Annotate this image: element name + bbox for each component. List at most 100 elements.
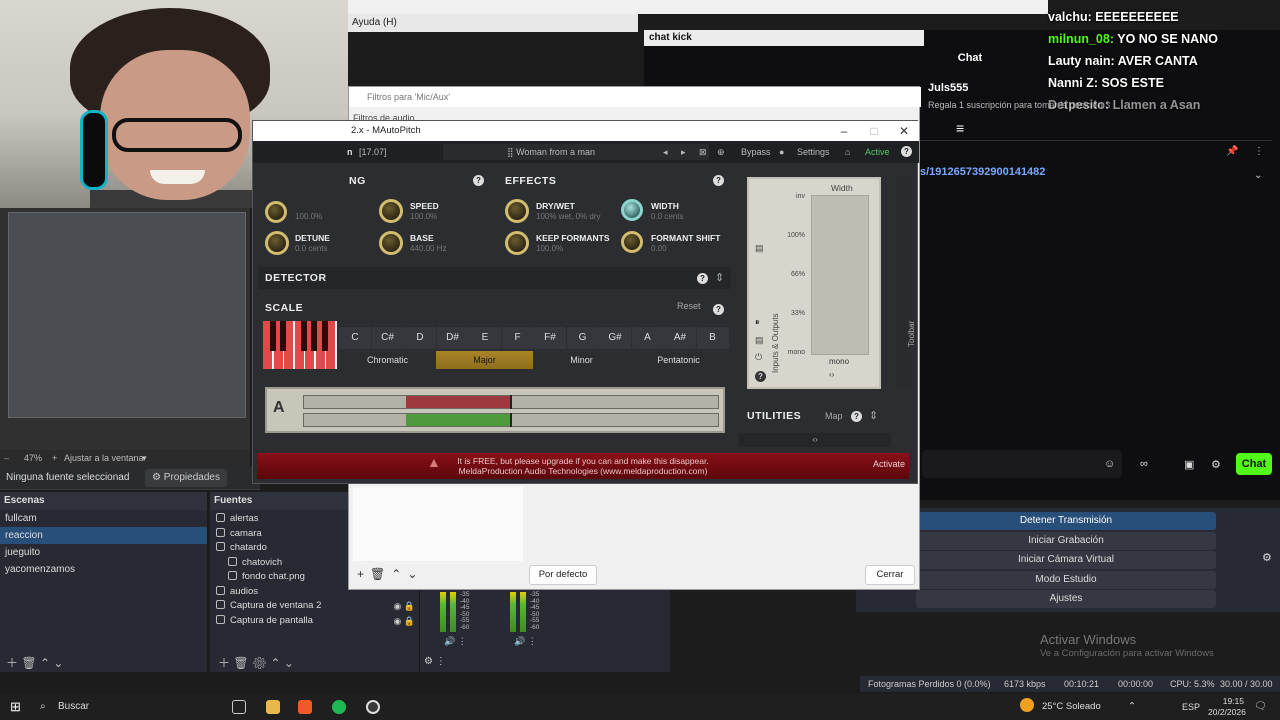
note-button[interactable]: G# — [599, 327, 631, 349]
scene-item[interactable]: jueguito — [0, 544, 207, 561]
note-button[interactable]: F — [501, 327, 534, 349]
note-button[interactable]: D# — [436, 327, 469, 349]
home-icon[interactable]: ⌂ — [845, 141, 850, 163]
volume-icon[interactable]: 🔊 ⋮ — [514, 636, 537, 647]
power-icon[interactable]: ⏻ — [755, 352, 762, 363]
control-button[interactable]: Detener Transmisión — [916, 512, 1216, 530]
active-button[interactable]: Active — [865, 141, 890, 163]
more-icon[interactable]: ⋮ — [1254, 146, 1264, 157]
add-icon[interactable]: + — [357, 567, 370, 581]
menu-help[interactable]: Ayuda (H) — [348, 14, 638, 32]
menu-icon[interactable]: ≡ — [956, 120, 964, 136]
source-item[interactable]: Captura de pantalla ◉ 🔒 — [210, 614, 419, 629]
help-icon[interactable]: ? — [697, 273, 708, 284]
kicks-icon[interactable]: ∞ — [1140, 458, 1148, 470]
chevron-down-icon[interactable]: ⌄ — [1254, 170, 1262, 181]
control-button[interactable]: Ajustes — [916, 590, 1216, 608]
scale-mode-button[interactable]: Chromatic — [339, 351, 436, 369]
notifications-icon[interactable]: 🗨 — [1254, 694, 1267, 720]
prev-preset-icon[interactable]: ◂ — [663, 141, 668, 163]
gift-icon[interactable]: ▣ — [1184, 458, 1194, 471]
knob-top[interactable] — [265, 201, 287, 223]
scene-item[interactable]: fullcam — [0, 510, 207, 527]
width-knob[interactable] — [621, 199, 643, 221]
next-preset-icon[interactable]: ▸ — [681, 141, 686, 163]
gear-icon[interactable]: ⚙ — [1262, 551, 1272, 564]
minimize-icon[interactable]: – — [829, 121, 859, 141]
emoji-icon[interactable]: ☺ — [1104, 458, 1115, 470]
trash-icon[interactable]: 🗑 — [21, 656, 36, 670]
tray-chevron-icon[interactable]: ⌃ — [1128, 694, 1136, 720]
io-icon[interactable]: ▤ — [755, 335, 764, 346]
bypass-button[interactable]: Bypass — [741, 141, 771, 163]
trash-icon[interactable]: 🗑 — [233, 656, 248, 670]
speed-knob[interactable] — [379, 199, 403, 223]
close-button[interactable]: Cerrar — [865, 565, 915, 585]
pause-icon[interactable]: ⏸ — [755, 317, 760, 328]
note-button[interactable]: G — [566, 327, 599, 349]
base-knob[interactable] — [379, 231, 403, 255]
control-button[interactable]: Iniciar Grabación — [916, 531, 1216, 550]
file-explorer-icon[interactable] — [266, 700, 280, 714]
weather-text[interactable]: 25°C Soleado — [1042, 694, 1101, 720]
settings-button[interactable]: Settings — [797, 141, 830, 163]
scale-mode-button[interactable]: Minor — [533, 351, 630, 369]
source-item[interactable]: Captura de ventana 2 ◉ 🔒 — [210, 599, 419, 614]
note-button[interactable]: C — [339, 327, 371, 349]
taskbar-search[interactable]: ⌕ Buscar — [34, 698, 214, 716]
arrow-up-icon[interactable]: ⌃ — [391, 567, 407, 581]
close-icon[interactable]: ✕ — [889, 121, 919, 141]
piano-black-key[interactable] — [270, 321, 276, 351]
note-button[interactable]: B — [696, 327, 729, 349]
default-button[interactable]: Por defecto — [529, 565, 597, 585]
piano-black-key[interactable] — [280, 321, 286, 351]
info-icon[interactable]: ● — [779, 141, 784, 163]
help-icon[interactable]: ? — [473, 175, 484, 186]
add-preset-icon[interactable]: ⊕ — [717, 141, 725, 163]
utilities-section[interactable]: UTILITIES Map ? ⇕ — [747, 405, 893, 427]
formantshift-knob[interactable] — [621, 231, 643, 253]
scene-item[interactable]: reaccion — [0, 527, 207, 544]
help-icon[interactable]: ? — [713, 304, 724, 315]
help-icon[interactable]: ? — [755, 371, 766, 382]
expand-icon[interactable]: ⇕ — [715, 267, 724, 289]
maximize-icon[interactable]: □ — [859, 121, 889, 141]
detector-section[interactable]: DETECTOR ? ⇕ — [259, 267, 731, 289]
pin-icon[interactable]: 📌 — [1226, 146, 1238, 157]
random-icon[interactable]: ⊠ — [699, 141, 707, 163]
task-view-icon[interactable] — [232, 700, 246, 714]
control-button[interactable]: Iniciar Cámara Virtual — [916, 551, 1216, 569]
detune-knob[interactable] — [265, 231, 289, 255]
gear-icon[interactable]: ⚙ — [252, 656, 267, 670]
mixer-settings-icon[interactable]: ⚙ ⋮ — [424, 656, 446, 667]
minus-icon[interactable]: – — [4, 450, 9, 466]
clock[interactable]: 19:15 20/2/2026 — [1208, 696, 1246, 718]
brave-icon[interactable] — [298, 700, 312, 714]
collapse-handle[interactable]: ‹› — [739, 433, 891, 447]
piano-keyboard[interactable] — [263, 321, 337, 369]
piano-black-key[interactable] — [311, 321, 317, 351]
map-button[interactable]: Map — [825, 405, 843, 427]
arrow-up-icon[interactable]: ⌃ — [40, 656, 50, 670]
windows-start-icon[interactable]: ⊞ — [10, 699, 21, 715]
toolbar-strip[interactable]: Toolbar — [897, 177, 916, 389]
arrow-down-icon[interactable]: ⌄ — [407, 567, 423, 581]
note-button[interactable]: C# — [371, 327, 404, 349]
trash-icon[interactable]: 🗑 — [370, 567, 391, 581]
note-button[interactable]: F# — [534, 327, 566, 349]
note-button[interactable]: E — [469, 327, 501, 349]
arrow-up-icon[interactable]: ⌃ — [271, 656, 281, 670]
gear-icon[interactable]: ⚙ — [1211, 458, 1221, 471]
arrow-down-icon[interactable]: ⌄ — [53, 656, 63, 670]
note-button[interactable]: A — [631, 327, 664, 349]
obs-preview[interactable] — [0, 208, 250, 450]
control-button[interactable]: Modo Estudio — [916, 570, 1216, 589]
properties-button[interactable]: ⚙ Propiedades — [145, 469, 227, 487]
fit-window-select[interactable]: Ajustar a la ventana — [64, 450, 144, 466]
expand-icon[interactable]: ⇕ — [869, 405, 878, 427]
chat-pinned-link[interactable]: s/1912657392900141482 — [920, 166, 1045, 178]
add-icon[interactable]: ＋ — [6, 656, 18, 670]
scale-mode-button[interactable]: Pentatonic — [630, 351, 727, 369]
piano-black-key[interactable] — [322, 321, 328, 351]
piano-black-key[interactable] — [301, 321, 307, 351]
